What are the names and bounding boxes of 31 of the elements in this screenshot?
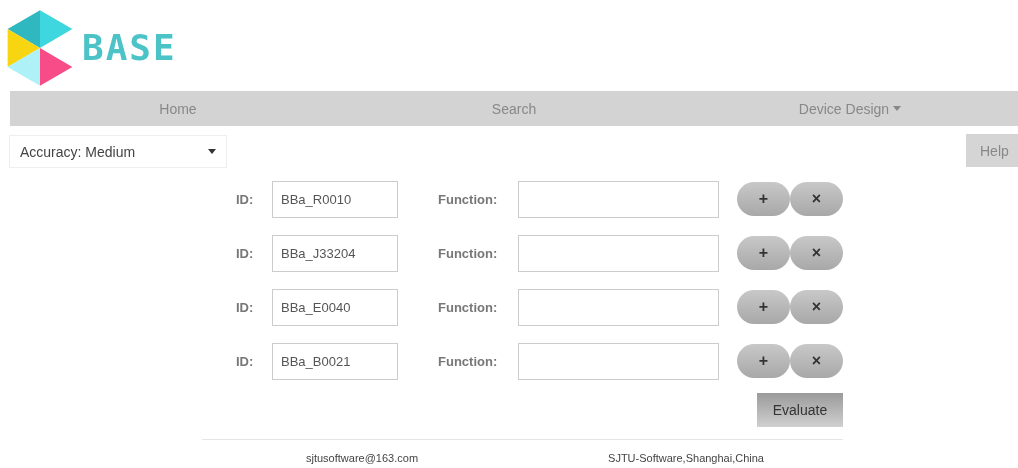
footer-address: SJTU-Software,Shanghai,China	[608, 452, 764, 464]
function-field[interactable]	[518, 234, 719, 272]
add-button[interactable]: +	[737, 182, 790, 216]
function-label: Function:	[438, 191, 499, 207]
add-button[interactable]: +	[737, 236, 790, 270]
id-label: ID:	[236, 353, 255, 369]
function-label: Function:	[438, 299, 499, 315]
caret-icon	[893, 106, 902, 111]
id-label: ID:	[236, 191, 255, 207]
id-field[interactable]: BBa_J33204	[272, 234, 398, 272]
caret-icon	[208, 149, 216, 154]
remove-button[interactable]: ×	[790, 344, 843, 378]
id-field[interactable]: BBa_B0021	[272, 342, 398, 380]
footer-email: sjtusoftware@163.com	[306, 452, 419, 464]
accuracy-dropdown[interactable]: Accuracy: Medium	[9, 135, 227, 168]
function-field[interactable]	[518, 288, 719, 326]
function-field[interactable]	[518, 180, 719, 218]
remove-button[interactable]: ×	[790, 182, 843, 216]
add-button[interactable]: +	[737, 344, 790, 378]
id-label: ID:	[236, 299, 255, 315]
function-label: Function:	[438, 245, 499, 261]
function-label: Function:	[438, 353, 499, 369]
id-field[interactable]: BBa_R0010	[272, 180, 398, 218]
evaluate-button[interactable]: Evaluate	[757, 393, 843, 427]
id-label: ID:	[236, 245, 255, 261]
logo-wordmark: BASE	[82, 27, 177, 68]
remove-button[interactable]: ×	[790, 236, 843, 270]
function-field[interactable]	[518, 342, 719, 380]
id-field[interactable]: BBa_E0040	[272, 288, 398, 326]
add-button[interactable]: +	[737, 290, 790, 324]
remove-button[interactable]: ×	[790, 290, 843, 324]
